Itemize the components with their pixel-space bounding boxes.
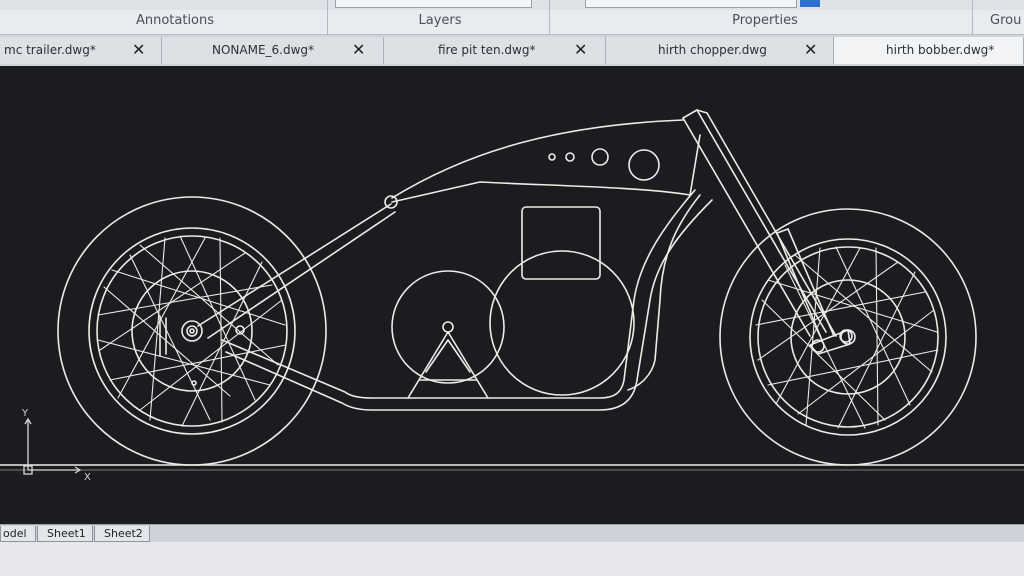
- rear-wheel: [57, 196, 327, 466]
- tab-label: mc trailer.dwg*: [4, 43, 96, 57]
- ucs-y-label: Y: [21, 408, 29, 419]
- tab-hirth-bobber[interactable]: hirth bobber.dwg*: [834, 37, 1024, 64]
- tab-sheet2[interactable]: Sheet2: [94, 526, 150, 542]
- ucs-x-label: X: [84, 472, 91, 483]
- panel-annotations-label[interactable]: Annotations: [110, 13, 240, 28]
- motorcycle-drawing: Y X: [0, 109, 1024, 483]
- tab-sheet1[interactable]: Sheet1: [37, 526, 93, 542]
- front-fork: [682, 109, 853, 355]
- property-dropdown[interactable]: [585, 0, 797, 8]
- ribbon-divider: [327, 0, 328, 34]
- panel-properties-label[interactable]: Properties: [700, 13, 830, 28]
- layout-tab-label: odel: [3, 527, 27, 540]
- tab-label: hirth bobber.dwg*: [886, 43, 995, 57]
- panel-groups-label[interactable]: Grou: [990, 13, 1024, 28]
- layout-tab-bar: odel Sheet1 Sheet2: [0, 524, 1024, 543]
- drawing-canvas[interactable]: Y X: [0, 66, 1024, 524]
- layer-dropdown[interactable]: [335, 0, 532, 8]
- tab-label: hirth chopper.dwg: [658, 43, 767, 57]
- close-icon[interactable]: ✕: [132, 40, 145, 59]
- close-icon[interactable]: ✕: [804, 40, 817, 59]
- tab-noname-6[interactable]: NONAME_6.dwg* ✕: [162, 37, 384, 64]
- tab-label: NONAME_6.dwg*: [212, 43, 315, 57]
- file-tab-bar: mc trailer.dwg* ✕ NONAME_6.dwg* ✕ fire p…: [0, 35, 1024, 66]
- panel-layers-label[interactable]: Layers: [380, 13, 500, 28]
- color-swatch[interactable]: [800, 0, 820, 7]
- tab-hirth-chopper[interactable]: hirth chopper.dwg ✕: [606, 37, 834, 64]
- tab-label: fire pit ten.dwg*: [438, 43, 536, 57]
- status-bar: [0, 542, 1024, 576]
- tab-fire-pit-ten[interactable]: fire pit ten.dwg* ✕: [384, 37, 606, 64]
- close-icon[interactable]: ✕: [574, 40, 587, 59]
- ribbon: Annotations Layers Properties Grou: [0, 0, 1024, 35]
- layout-tab-label: Sheet2: [104, 527, 143, 540]
- tab-model[interactable]: odel: [0, 526, 36, 542]
- layout-tab-label: Sheet1: [47, 527, 86, 540]
- ribbon-divider: [972, 0, 973, 34]
- close-icon[interactable]: ✕: [352, 40, 365, 59]
- tab-mc-trailer[interactable]: mc trailer.dwg* ✕: [0, 37, 162, 64]
- engine: [391, 206, 635, 399]
- ribbon-divider: [549, 0, 550, 34]
- tank-body: [384, 119, 701, 209]
